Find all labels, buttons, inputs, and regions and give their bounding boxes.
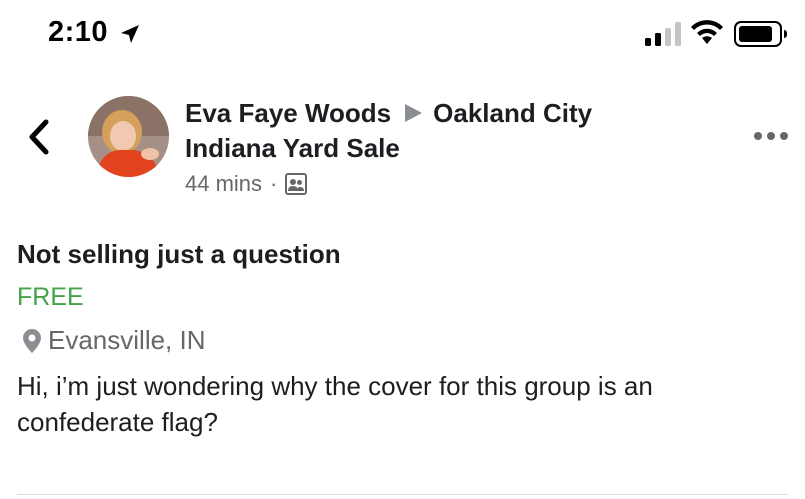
cellular-signal-icon — [645, 22, 681, 46]
more-dot-icon — [754, 132, 762, 140]
group-name-line-1[interactable]: Oakland City — [433, 98, 592, 128]
status-bar: 2:10 — [0, 0, 805, 70]
location-pin-icon — [23, 328, 41, 353]
chevron-left-icon — [29, 119, 49, 155]
wifi-icon — [691, 20, 723, 44]
back-button[interactable] — [22, 117, 58, 157]
meta-separator: · — [270, 171, 278, 196]
post-timestamp[interactable]: 44 mins — [185, 171, 262, 197]
status-time: 2:10 — [48, 16, 109, 48]
more-options-button[interactable] — [752, 129, 792, 145]
post-header: Eva Faye Woods Oakland City Indiana Yard … — [185, 96, 685, 166]
price-label: FREE — [17, 283, 84, 311]
more-dot-icon — [780, 132, 788, 140]
author-name[interactable]: Eva Faye Woods — [185, 98, 391, 128]
post-title: Not selling just a question — [17, 239, 341, 269]
avatar[interactable] — [88, 96, 169, 177]
post-description: Hi, i’m just wondering why the cover for… — [17, 371, 653, 437]
right-triangle-icon — [405, 104, 423, 123]
divider — [17, 494, 788, 495]
header-line-1: Eva Faye Woods Oakland City — [185, 96, 685, 131]
location-text: Evansville, IN — [48, 325, 206, 355]
group-name-line-2[interactable]: Indiana Yard Sale — [185, 131, 685, 166]
location-row[interactable]: Evansville, IN — [22, 325, 206, 356]
profile-photo — [88, 96, 169, 177]
more-dot-icon — [767, 132, 775, 140]
location-arrow-icon — [121, 25, 139, 43]
group-audience-icon — [285, 173, 308, 195]
post-meta: 44 mins · — [185, 171, 308, 197]
battery-icon — [734, 21, 787, 47]
